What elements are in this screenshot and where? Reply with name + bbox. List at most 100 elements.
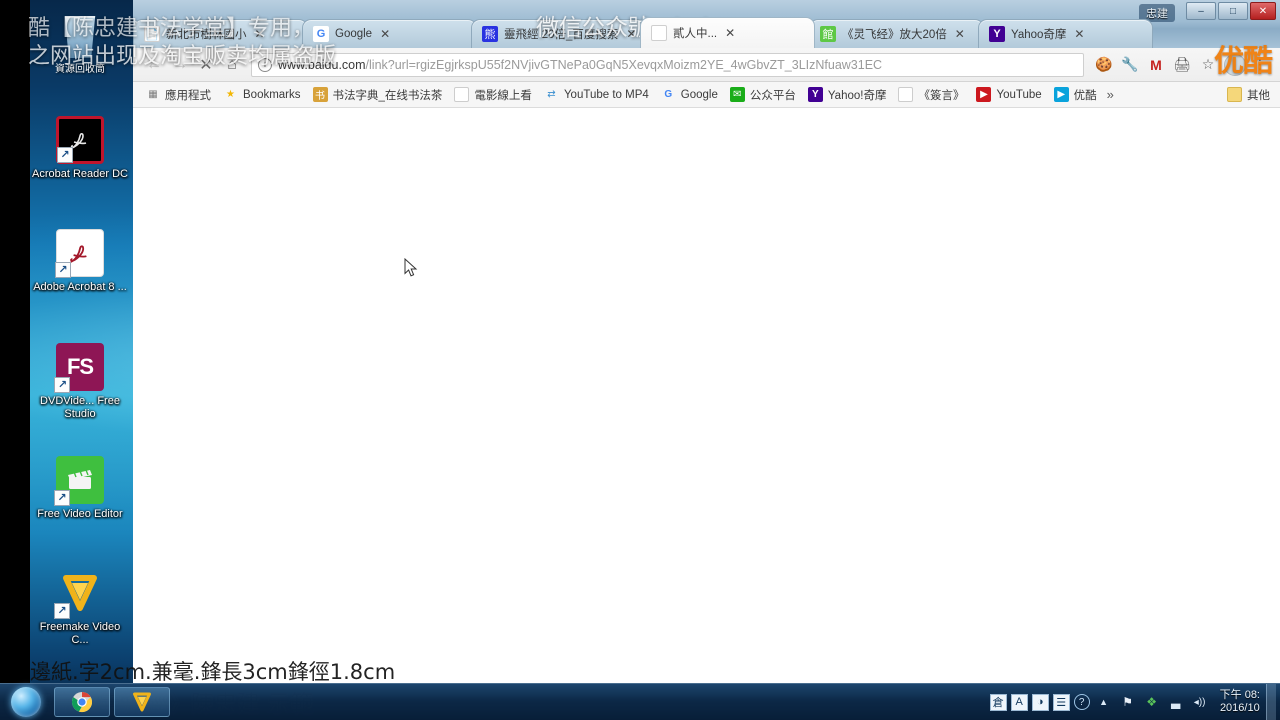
chrome-titlebar: 忠建 – □ ✕ 📄 新北市樹林國小 ✕ G Google ✕ 熊 靈飛經 20… — [133, 0, 1280, 48]
bookmark-label: 公众平台 — [749, 89, 796, 102]
taskbar-clock[interactable]: 下午 08: 2016/10 — [1220, 689, 1260, 715]
bookmark-movies-online[interactable]: 電影線上看 — [448, 85, 538, 105]
shufa-icon: 館 — [820, 26, 836, 42]
desktop-icon-label: Free Video Editor — [37, 508, 123, 520]
printer-icon[interactable]: 🖨 — [1170, 53, 1194, 77]
windows-taskbar: 倉 A ◑ ☰ ? ▲ ⚑ ❖ ▃ ◂)) 下午 08: 2016/10 — [0, 683, 1280, 720]
bookmark-label: 《簽言》 — [918, 89, 965, 102]
bookmark-label: Yahoo!奇摩 — [827, 89, 887, 102]
forward-button[interactable]: → — [167, 52, 193, 78]
bookmark-google[interactable]: G Google — [655, 85, 724, 104]
bookmark-label: 优酷 — [1073, 89, 1097, 102]
address-bar[interactable]: i www.baidu.com/link?url=rgizEgjrkspU55f… — [251, 52, 1084, 77]
free-video-editor-icon: ↗ — [54, 456, 104, 506]
show-hidden-icons-icon[interactable]: ▲ — [1094, 692, 1114, 712]
bookmark-yahoo[interactable]: Y Yahoo!奇摩 — [802, 85, 893, 105]
bookmarks-overflow-button[interactable]: » — [1107, 87, 1114, 102]
volume-icon[interactable]: ◂)) — [1190, 692, 1210, 712]
url-path: /link?url=rgizEgjrkspU55f2NVjivGTNePa0Gq… — [365, 57, 883, 72]
page-icon — [454, 87, 470, 102]
taskbar-item-chrome[interactable] — [54, 687, 110, 717]
show-desktop-button[interactable] — [1266, 683, 1276, 720]
ime-alpha-icon[interactable]: A — [1010, 693, 1028, 711]
desktop-icon-label: Freemake Video C... — [39, 621, 121, 646]
tab-close-icon[interactable]: ✕ — [1074, 27, 1084, 41]
free-studio-glyph: FS — [66, 354, 94, 379]
bookmark-label: 應用程式 — [165, 89, 211, 102]
site-info-icon[interactable]: i — [258, 57, 272, 72]
stop-button[interactable]: ✕ — [193, 52, 219, 78]
bookmark-bookmarks[interactable]: ★ Bookmarks — [217, 85, 307, 104]
tab-label: 靈飛經 20倍_百度搜索 — [504, 29, 619, 41]
tab-yahoo[interactable]: Y Yahoo奇摩 ✕ — [978, 19, 1153, 48]
bookmark-wechat-platform[interactable]: ✉ 公众平台 — [724, 85, 802, 105]
bookmark-youtube[interactable]: ▶ YouTube — [970, 85, 1047, 104]
windows-orb-icon — [11, 687, 41, 717]
bookmark-other-folder[interactable]: 其他 — [1221, 85, 1276, 105]
desktop-icon-freemake-video-converter[interactable]: ↗ Freemake Video C... — [30, 569, 130, 647]
shufa-dictionary-icon: 书 — [312, 87, 328, 102]
help-icon[interactable]: ? — [1073, 694, 1090, 710]
yahoo-icon: Y — [807, 87, 823, 102]
bookmark-youku[interactable]: ▶ 优酷 — [1048, 85, 1103, 105]
star-folder-icon: ★ — [226, 89, 235, 100]
tab-label: 貳人中... — [673, 28, 718, 40]
desktop-icon-free-studio[interactable]: FS ↗ DVDVide... Free Studio — [30, 343, 130, 421]
tab-close-icon[interactable]: ✕ — [626, 27, 636, 41]
url-text: www.baidu.com/link?url=rgizEgjrkspU55f2N… — [278, 58, 882, 72]
tab-label: Yahoo奇摩 — [1011, 29, 1067, 41]
baidu-icon: 熊 — [482, 26, 498, 42]
shortcut-arrow-icon: ↗ — [54, 490, 70, 506]
tab-lingfeijing[interactable]: 館 《灵飞经》放大20倍 ✕ — [809, 19, 984, 48]
tab-close-icon[interactable]: ✕ — [255, 27, 265, 41]
screen: 資源回收筒 ↗ Acrobat Reader DC ↗ Adobe Acroba… — [0, 0, 1280, 720]
chrome-browser-window: 忠建 – □ ✕ 📄 新北市樹林國小 ✕ G Google ✕ 熊 靈飛經 20… — [133, 0, 1280, 683]
desktop-icon-adobe-acrobat-8[interactable]: ↗ Adobe Acrobat 8 ... — [30, 229, 130, 294]
ime-halfwidth-icon[interactable]: ◑ — [1031, 693, 1049, 711]
tab-label: Google — [335, 28, 373, 40]
tab-baidu-search[interactable]: 熊 靈飛經 20倍_百度搜索 ✕ — [471, 19, 646, 48]
start-button[interactable] — [2, 685, 50, 719]
tab-close-icon[interactable]: ✕ — [955, 27, 965, 41]
google-icon: G — [664, 89, 673, 100]
bookmark-shufa-dictionary[interactable]: 书 书法字典_在线书法茶 — [307, 85, 449, 105]
shortcut-arrow-icon: ↗ — [54, 603, 70, 619]
dropbox-icon[interactable]: ❖ — [1142, 692, 1162, 712]
folder-icon — [1227, 87, 1242, 102]
tab-close-icon[interactable]: ✕ — [380, 27, 390, 41]
tab-active-page[interactable]: 貳人中... ✕ — [640, 17, 815, 48]
chrome-icon — [71, 692, 93, 713]
flag-action-center-icon[interactable]: ⚑ — [1118, 692, 1138, 712]
youtube-to-mp4-icon: ⇄ — [547, 89, 556, 100]
bookmark-guestbook[interactable]: 《簽言》 — [892, 85, 970, 105]
network-icon[interactable]: ▃ — [1166, 692, 1186, 712]
gmail-icon[interactable]: M — [1144, 53, 1168, 77]
extension-icon[interactable]: 🔧 — [1118, 53, 1142, 77]
desktop-icon-free-video-editor[interactable]: ↗ Free Video Editor — [30, 456, 130, 521]
wechat-icon: ✉ — [729, 87, 745, 102]
yahoo-icon: Y — [989, 26, 1005, 42]
bookmark-label: Google — [680, 88, 718, 101]
page-icon: 📄 — [144, 26, 160, 42]
url-host: www.baidu.com — [278, 57, 366, 72]
bookmark-youtube-to-mp4[interactable]: ⇄ YouTube to MP4 — [538, 85, 655, 104]
ime-tool-icon[interactable]: ☰ — [1052, 693, 1070, 711]
bookmark-apps[interactable]: ▦ 應用程式 — [139, 85, 217, 105]
tab-close-icon[interactable]: ✕ — [725, 26, 735, 40]
tab-xinbeishi[interactable]: 📄 新北市樹林國小 ✕ — [133, 19, 308, 48]
youku-watermark: 优酷 — [1214, 45, 1273, 78]
cookie-icon[interactable]: 🍪 — [1092, 53, 1116, 77]
youtube-icon: ▶ — [976, 87, 992, 102]
bookmark-label: Bookmarks — [243, 88, 301, 101]
page-content-area[interactable] — [133, 110, 1280, 683]
desktop-icon-acrobat-reader-dc[interactable]: ↗ Acrobat Reader DC — [30, 116, 130, 181]
tab-label: 《灵飞经》放大20倍 — [842, 29, 947, 41]
tab-google[interactable]: G Google ✕ — [302, 19, 477, 48]
home-button[interactable]: ⌂ — [219, 52, 245, 78]
freemake-icon — [133, 692, 151, 712]
back-button[interactable]: ← — [141, 52, 167, 78]
ime-status-icon[interactable]: 倉 — [989, 693, 1007, 711]
desktop-icon-label: DVDVide... Free Studio — [40, 395, 120, 420]
taskbar-item-freemake[interactable] — [114, 687, 170, 717]
desktop-icon-label: Adobe Acrobat 8 ... — [33, 281, 127, 293]
